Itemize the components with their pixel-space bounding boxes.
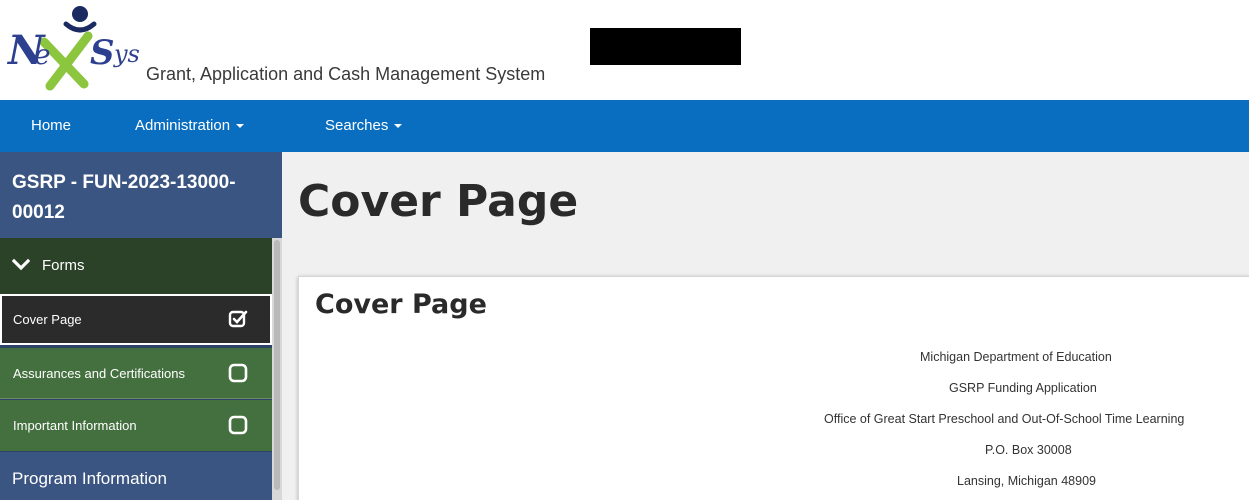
sidebar-item-assurances[interactable]: Assurances and Certifications [0, 348, 272, 399]
nav-administration-label: Administration [135, 117, 231, 134]
address-line: Lansing, Michigan 48909 [957, 474, 1096, 488]
address-line: Michigan Department of Education [920, 350, 1112, 364]
chevron-down-icon [12, 258, 30, 271]
sidebar-item-important-information[interactable]: Important Information [0, 400, 272, 451]
nav-administration[interactable]: Administration [135, 117, 245, 134]
address-line: P.O. Box 30008 [985, 443, 1072, 457]
sidebar-item-label: Assurances and Certifications [13, 366, 185, 381]
svg-text:e: e [34, 38, 51, 71]
nav-home-label: Home [31, 117, 72, 134]
caret-down-icon [236, 124, 245, 129]
sidebar-application-title: GSRP - FUN-2023-13000-00012 [0, 152, 282, 238]
nexsys-logo: N e S ys [6, 6, 140, 91]
sidebar-scrollbar[interactable] [272, 238, 282, 500]
caret-down-icon [394, 124, 403, 129]
sidebar-section-label: Program Information [12, 469, 167, 488]
app-subtitle: Grant, Application and Cash Management S… [146, 64, 546, 84]
redacted-block [590, 28, 741, 65]
svg-text:ys: ys [113, 40, 140, 68]
sidebar-item-label: Cover Page [13, 312, 82, 327]
nav-searches-label: Searches [325, 117, 389, 134]
app-header: N e S ys Grant, Application and Cash Man… [0, 0, 1249, 100]
page-title: Cover Page [298, 176, 579, 227]
sidebar: GSRP - FUN-2023-13000-00012 Forms Cover … [0, 152, 282, 500]
sidebar-section-program-information[interactable]: Program Information [0, 452, 272, 500]
svg-text:S: S [90, 33, 115, 73]
main-content: Cover Page Cover Page Michigan Departmen… [282, 152, 1249, 500]
card-title: Cover Page [315, 289, 487, 320]
scrollbar-thumb[interactable] [274, 240, 280, 490]
empty-box-icon [228, 363, 248, 383]
nav-searches[interactable]: Searches [325, 117, 403, 134]
cover-page-card: Cover Page Michigan Department of Educat… [298, 276, 1249, 500]
checked-box-icon [228, 310, 248, 328]
address-line: GSRP Funding Application [949, 381, 1097, 395]
empty-box-icon [228, 415, 248, 435]
forms-label: Forms [42, 257, 85, 274]
nav-home[interactable]: Home [31, 117, 71, 134]
sidebar-item-label: Important Information [13, 418, 137, 433]
forms-section-toggle[interactable]: Forms [0, 238, 272, 294]
top-navbar: Home Administration Searches [0, 100, 1249, 152]
sidebar-item-cover-page[interactable]: Cover Page [0, 294, 272, 345]
address-line: Office of Great Start Preschool and Out-… [824, 412, 1185, 426]
